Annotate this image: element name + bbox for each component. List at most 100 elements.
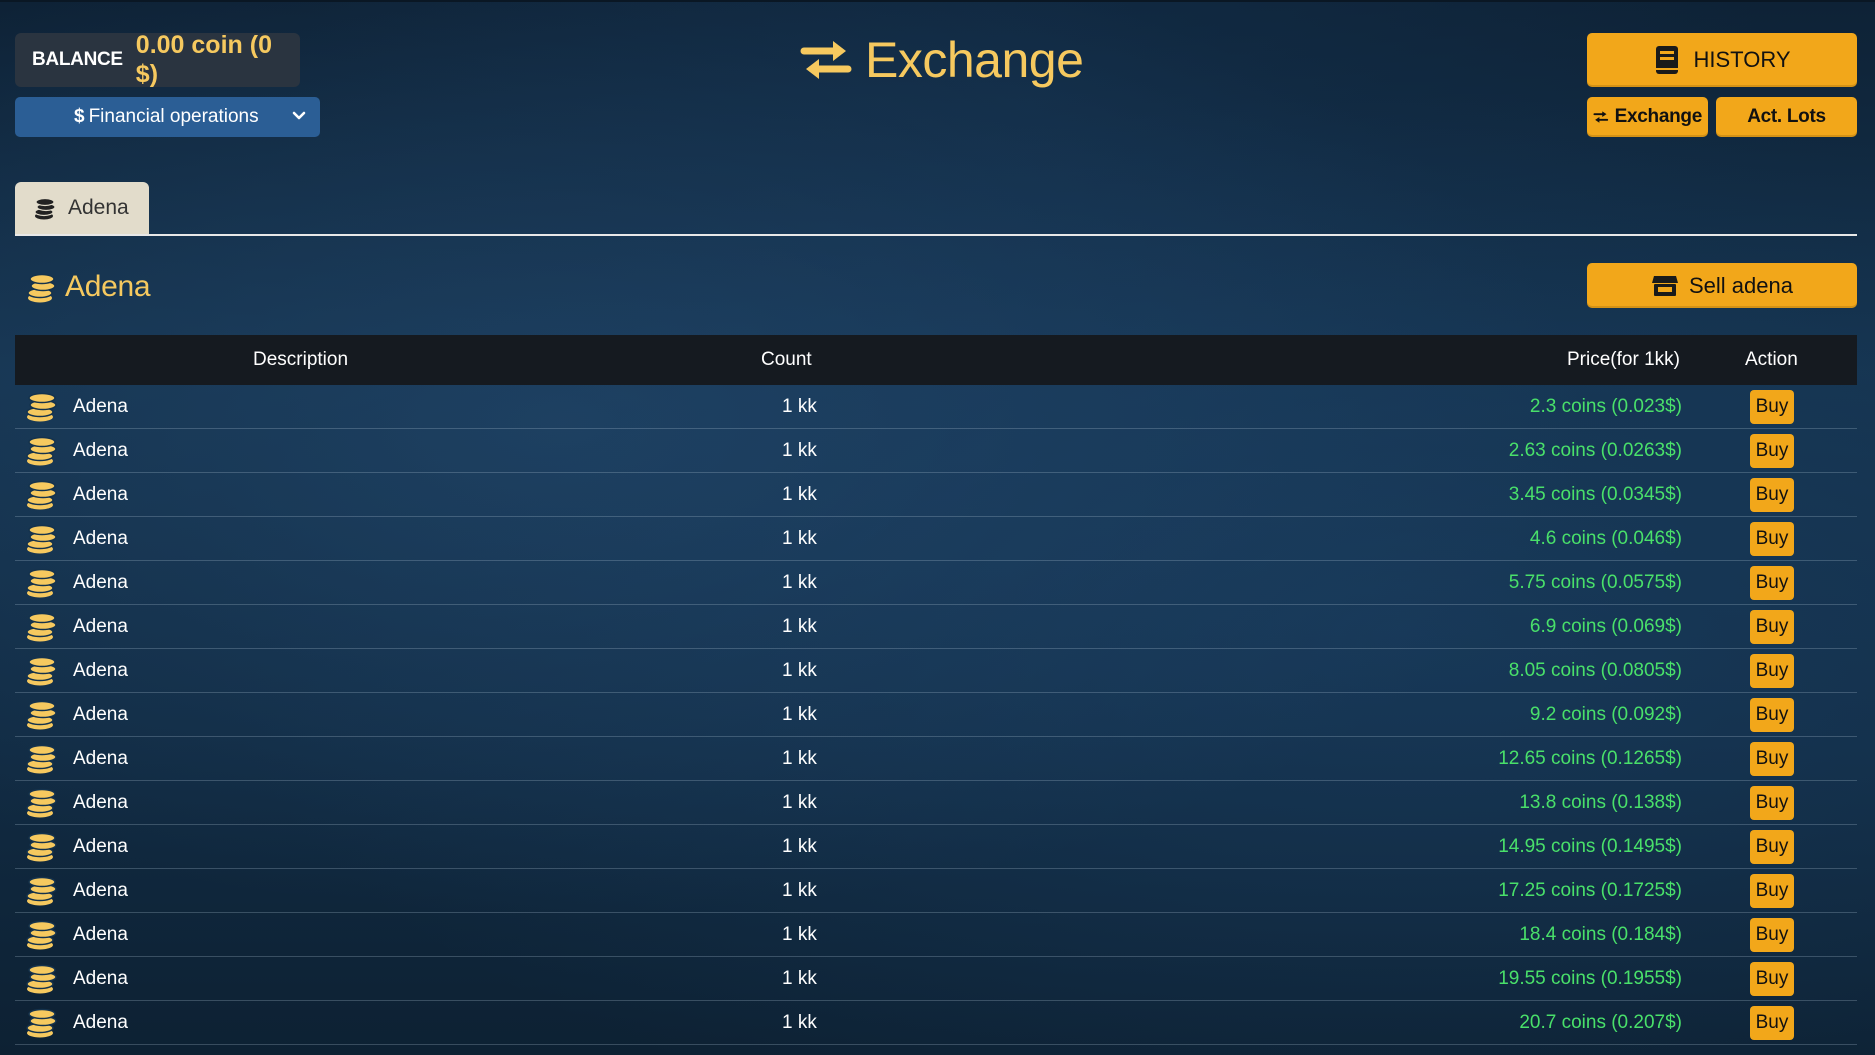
exchange-button[interactable]: Exchange	[1587, 97, 1708, 137]
buy-button[interactable]: Buy	[1750, 1006, 1794, 1040]
table-row: Adena 1 kk 9.2 coins (0.092$) Buy	[15, 693, 1857, 737]
row-price: 13.8 coins (0.138$)	[1519, 792, 1682, 813]
active-lots-label: Act. Lots	[1747, 106, 1826, 127]
row-description: Adena	[73, 836, 128, 857]
row-count: 1 kk	[782, 660, 817, 681]
buy-button[interactable]: Buy	[1750, 522, 1794, 556]
row-count: 1 kk	[782, 1012, 817, 1033]
tab-adena[interactable]: Adena	[15, 182, 149, 234]
coins-icon	[25, 961, 59, 995]
store-icon	[1652, 275, 1678, 296]
section-title: Adena	[25, 262, 151, 312]
active-lots-button[interactable]: Act. Lots	[1716, 97, 1857, 137]
exchange-arrows-icon	[1593, 111, 1609, 123]
buy-button[interactable]: Buy	[1750, 874, 1794, 908]
coins-icon	[34, 197, 56, 220]
chevron-down-icon	[292, 111, 306, 120]
row-description: Adena	[73, 660, 128, 681]
row-price: 4.6 coins (0.046$)	[1529, 528, 1682, 549]
row-count: 1 kk	[782, 880, 817, 901]
sell-adena-label: Sell adena	[1689, 272, 1793, 298]
buy-button[interactable]: Buy	[1750, 962, 1794, 996]
row-count: 1 kk	[782, 792, 817, 813]
table-row: Adena 1 kk 13.8 coins (0.138$) Buy	[15, 781, 1857, 825]
coins-icon	[25, 521, 59, 555]
buy-button[interactable]: Buy	[1750, 434, 1794, 468]
row-description: Adena	[73, 616, 128, 637]
row-count: 1 kk	[782, 528, 817, 549]
balance-label: BALANCE	[32, 49, 123, 70]
buy-button[interactable]: Buy	[1750, 830, 1794, 864]
row-price: 6.9 coins (0.069$)	[1529, 616, 1682, 637]
row-price: 19.55 coins (0.1955$)	[1498, 968, 1682, 989]
financial-operations-label: Financial operations	[88, 106, 259, 127]
row-description: Adena	[73, 792, 128, 813]
row-description: Adena	[73, 1012, 128, 1033]
balance-value: 0.00 coin (0 $)	[135, 31, 272, 88]
row-price: 8.05 coins (0.0805$)	[1508, 660, 1682, 681]
row-price: 18.4 coins (0.184$)	[1519, 924, 1682, 945]
row-description: Adena	[73, 484, 128, 505]
row-description: Adena	[73, 528, 128, 549]
row-price: 2.3 coins (0.023$)	[1529, 396, 1682, 417]
row-count: 1 kk	[782, 704, 817, 725]
row-description: Adena	[73, 968, 128, 989]
row-description: Adena	[73, 880, 128, 901]
buy-button[interactable]: Buy	[1750, 566, 1794, 600]
history-button[interactable]: HISTORY	[1587, 33, 1857, 87]
coins-icon	[25, 785, 59, 819]
coins-icon	[25, 433, 59, 467]
coins-icon	[25, 1005, 59, 1039]
coins-icon	[27, 273, 56, 303]
tab-divider	[15, 234, 1857, 236]
financial-operations-dropdown[interactable]: $ Financial operations	[15, 97, 320, 137]
table-row: Adena 1 kk 4.6 coins (0.046$) Buy	[15, 517, 1857, 561]
buy-button[interactable]: Buy	[1750, 786, 1794, 820]
dollar-icon: $	[74, 106, 85, 127]
table-row: Adena 1 kk 20.7 coins (0.207$) Buy	[15, 1001, 1857, 1045]
lots-table: Description Count Price(for 1kk) Action …	[15, 335, 1857, 1045]
row-count: 1 kk	[782, 616, 817, 637]
row-description: Adena	[73, 924, 128, 945]
row-price: 14.95 coins (0.1495$)	[1498, 836, 1682, 857]
coins-icon	[25, 741, 59, 775]
coins-icon	[25, 389, 59, 423]
row-description: Adena	[73, 396, 128, 417]
row-count: 1 kk	[782, 572, 817, 593]
table-row: Adena 1 kk 12.65 coins (0.1265$) Buy	[15, 737, 1857, 781]
row-price: 12.65 coins (0.1265$)	[1498, 748, 1682, 769]
table-row: Adena 1 kk 2.3 coins (0.023$) Buy	[15, 385, 1857, 429]
row-price: 5.75 coins (0.0575$)	[1508, 572, 1682, 593]
buy-button[interactable]: Buy	[1750, 742, 1794, 776]
row-price: 2.63 coins (0.0263$)	[1508, 440, 1682, 461]
coins-icon	[25, 697, 59, 731]
column-header-count: Count	[761, 349, 812, 370]
row-count: 1 kk	[782, 748, 817, 769]
table-row: Adena 1 kk 5.75 coins (0.0575$) Buy	[15, 561, 1857, 605]
row-price: 17.25 coins (0.1725$)	[1498, 880, 1682, 901]
row-description: Adena	[73, 572, 128, 593]
row-count: 1 kk	[782, 924, 817, 945]
row-description: Adena	[73, 440, 128, 461]
buy-button[interactable]: Buy	[1750, 478, 1794, 512]
column-header-description: Description	[253, 349, 349, 370]
tab-adena-label: Adena	[68, 196, 129, 219]
coins-icon	[25, 917, 59, 951]
coins-icon	[25, 873, 59, 907]
table-row: Adena 1 kk 8.05 coins (0.0805$) Buy	[15, 649, 1857, 693]
buy-button[interactable]: Buy	[1750, 698, 1794, 732]
row-price: 9.2 coins (0.092$)	[1529, 704, 1682, 725]
buy-button[interactable]: Buy	[1750, 654, 1794, 688]
row-count: 1 kk	[782, 968, 817, 989]
table-row: Adena 1 kk 3.45 coins (0.0345$) Buy	[15, 473, 1857, 517]
buy-button[interactable]: Buy	[1750, 610, 1794, 644]
table-row: Adena 1 kk 19.55 coins (0.1955$) Buy	[15, 957, 1857, 1001]
history-label: HISTORY	[1693, 47, 1791, 72]
page-title: Exchange	[800, 30, 1084, 90]
sell-adena-button[interactable]: Sell adena	[1587, 263, 1857, 308]
row-description: Adena	[73, 748, 128, 769]
buy-button[interactable]: Buy	[1750, 390, 1794, 424]
buy-button[interactable]: Buy	[1750, 918, 1794, 952]
table-body: Adena 1 kk 2.3 coins (0.023$) Buy Adena 1 kk 2…	[15, 385, 1857, 1045]
row-count: 1 kk	[782, 484, 817, 505]
